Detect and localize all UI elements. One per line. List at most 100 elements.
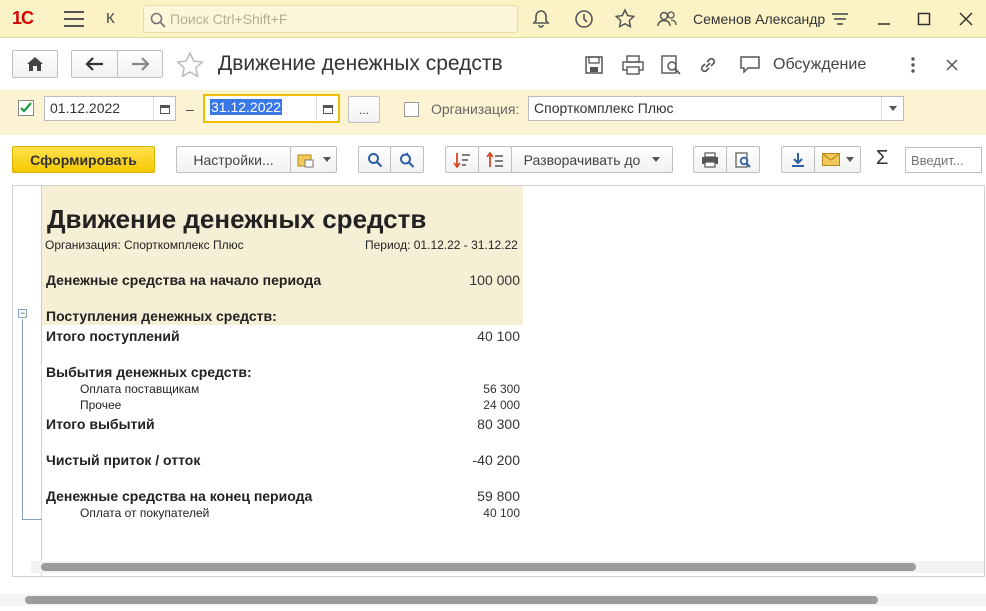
organization-checkbox[interactable] bbox=[404, 102, 419, 117]
search-placeholder: Поиск Ctrl+Shift+F bbox=[170, 11, 288, 27]
payments-header: Выбытия денежных средств: bbox=[46, 364, 252, 380]
report-area[interactable]: − Движение денежных средств Организация:… bbox=[12, 185, 985, 577]
preview-icon bbox=[735, 151, 751, 168]
app-title: К bbox=[106, 10, 115, 27]
app-logo[interactable]: 1С bbox=[12, 8, 34, 29]
close-window-icon[interactable] bbox=[956, 9, 976, 29]
organization-dropdown-button[interactable] bbox=[881, 97, 903, 120]
report-organization: Организация: Спорткомплекс Плюс bbox=[45, 238, 244, 252]
home-button[interactable] bbox=[12, 50, 58, 78]
net-flow-value: -40 200 bbox=[472, 452, 520, 468]
report-title: Движение денежных средств bbox=[47, 204, 427, 234]
opening-balance-value: 100 000 bbox=[469, 272, 520, 288]
link-icon[interactable] bbox=[697, 55, 719, 75]
group-button[interactable] bbox=[478, 146, 512, 173]
chevron-down-icon bbox=[652, 157, 661, 162]
calendar-icon bbox=[322, 104, 333, 114]
arrow-right-icon bbox=[132, 57, 150, 71]
preview-icon[interactable] bbox=[660, 54, 682, 76]
customer-payment-value: 40 100 bbox=[483, 506, 520, 520]
chevron-down-icon bbox=[845, 157, 854, 162]
close-form-icon[interactable] bbox=[944, 57, 960, 73]
supplier-payment-label: Оплата поставщикам bbox=[80, 382, 200, 396]
total-receipts-label: Итого поступлений bbox=[46, 328, 180, 344]
calendar-to-button[interactable] bbox=[316, 96, 338, 121]
home-icon bbox=[27, 57, 43, 71]
chevron-down-icon bbox=[322, 157, 331, 162]
date-from-value: 01.12.2022 bbox=[50, 100, 121, 116]
bell-icon[interactable] bbox=[530, 8, 552, 30]
supplier-payment-value: 56 300 bbox=[483, 382, 520, 396]
print-button[interactable] bbox=[693, 146, 727, 173]
preview-button[interactable] bbox=[726, 146, 760, 173]
group-line-end bbox=[22, 519, 42, 520]
organization-value: Спорткомплекс Плюс bbox=[534, 100, 674, 116]
calendar-icon bbox=[159, 104, 170, 114]
date-to-field[interactable]: 31.12.2022 bbox=[203, 94, 340, 123]
date-to-value: 31.12.2022 bbox=[210, 99, 283, 115]
settings-button[interactable]: Настройки... bbox=[176, 146, 291, 173]
maximize-icon[interactable] bbox=[914, 9, 934, 29]
form-title: Движение денежных средств bbox=[218, 52, 503, 75]
other-value: 24 000 bbox=[483, 398, 520, 412]
date-from-field[interactable]: 01.12.2022 bbox=[44, 96, 176, 121]
group-list-icon bbox=[486, 151, 503, 167]
net-flow-label: Чистый приток / отток bbox=[46, 452, 201, 468]
group-line bbox=[22, 319, 23, 519]
report-period: Период: 01.12.22 - 31.12.22 bbox=[365, 238, 518, 252]
window-horizontal-scrollbar[interactable] bbox=[0, 594, 986, 606]
total-payments-value: 80 300 bbox=[477, 416, 520, 432]
report-scroll-thumb[interactable] bbox=[41, 563, 916, 571]
expand-to-label: Разворачивать до bbox=[523, 151, 641, 168]
user-name[interactable]: Семенов Александр bbox=[693, 11, 825, 27]
period-checkbox[interactable] bbox=[18, 100, 34, 116]
search-next-icon bbox=[400, 151, 415, 168]
closing-balance-label: Денежные средства на конец периода bbox=[46, 488, 313, 504]
date-dash: – bbox=[186, 101, 194, 117]
search-input[interactable]: Поиск Ctrl+Shift+F bbox=[143, 5, 518, 33]
user-icon[interactable] bbox=[656, 8, 678, 30]
discussion-icon[interactable] bbox=[739, 55, 761, 75]
organization-field[interactable]: Спорткомплекс Плюс bbox=[528, 96, 904, 121]
customer-payment-label: Оплата от покупателей bbox=[80, 506, 210, 520]
other-label: Прочее bbox=[80, 398, 122, 412]
forward-button[interactable] bbox=[117, 50, 163, 78]
more-vertical-icon[interactable] bbox=[908, 56, 918, 74]
settings-menu-icon[interactable] bbox=[830, 9, 850, 29]
menu-icon[interactable] bbox=[64, 11, 84, 27]
window-scroll-thumb[interactable] bbox=[25, 596, 878, 604]
expand-to-button[interactable]: Разворачивать до bbox=[511, 146, 673, 173]
save-icon[interactable] bbox=[584, 55, 604, 75]
back-button[interactable] bbox=[71, 50, 118, 78]
sum-icon[interactable]: Σ bbox=[876, 147, 888, 170]
generate-button[interactable]: Сформировать bbox=[12, 146, 155, 173]
arrow-left-icon bbox=[84, 57, 103, 71]
receipts-header: Поступления денежных средств: bbox=[46, 308, 277, 324]
chevron-down-icon bbox=[888, 106, 897, 111]
print-icon[interactable] bbox=[622, 55, 644, 75]
period-select-button[interactable]: ... bbox=[348, 96, 380, 123]
variants-button[interactable] bbox=[290, 146, 337, 173]
collapse-group-icon[interactable]: − bbox=[18, 309, 27, 318]
total-payments-label: Итого выбытий bbox=[46, 416, 155, 432]
download-icon bbox=[792, 152, 804, 167]
search-icon bbox=[150, 12, 166, 28]
find-next-button[interactable] bbox=[390, 146, 424, 173]
envelope-icon bbox=[821, 153, 840, 166]
calendar-from-button[interactable] bbox=[153, 97, 175, 120]
send-email-button[interactable] bbox=[814, 146, 861, 173]
sort-button[interactable] bbox=[445, 146, 479, 173]
folder-settings-icon bbox=[297, 154, 313, 167]
sum-field[interactable] bbox=[905, 147, 982, 173]
star-icon[interactable] bbox=[614, 8, 636, 30]
opening-balance-label: Денежные средства на начало периода bbox=[46, 272, 322, 288]
history-icon[interactable] bbox=[573, 8, 595, 30]
report-horizontal-scrollbar[interactable] bbox=[31, 561, 984, 573]
save-to-file-button[interactable] bbox=[781, 146, 815, 173]
find-button[interactable] bbox=[358, 146, 391, 173]
sort-icon bbox=[453, 152, 470, 168]
discussion-label[interactable]: Обсуждение bbox=[773, 56, 866, 74]
minimize-icon[interactable] bbox=[874, 9, 894, 29]
favorite-star-icon[interactable] bbox=[175, 51, 205, 79]
print-icon bbox=[702, 151, 718, 168]
